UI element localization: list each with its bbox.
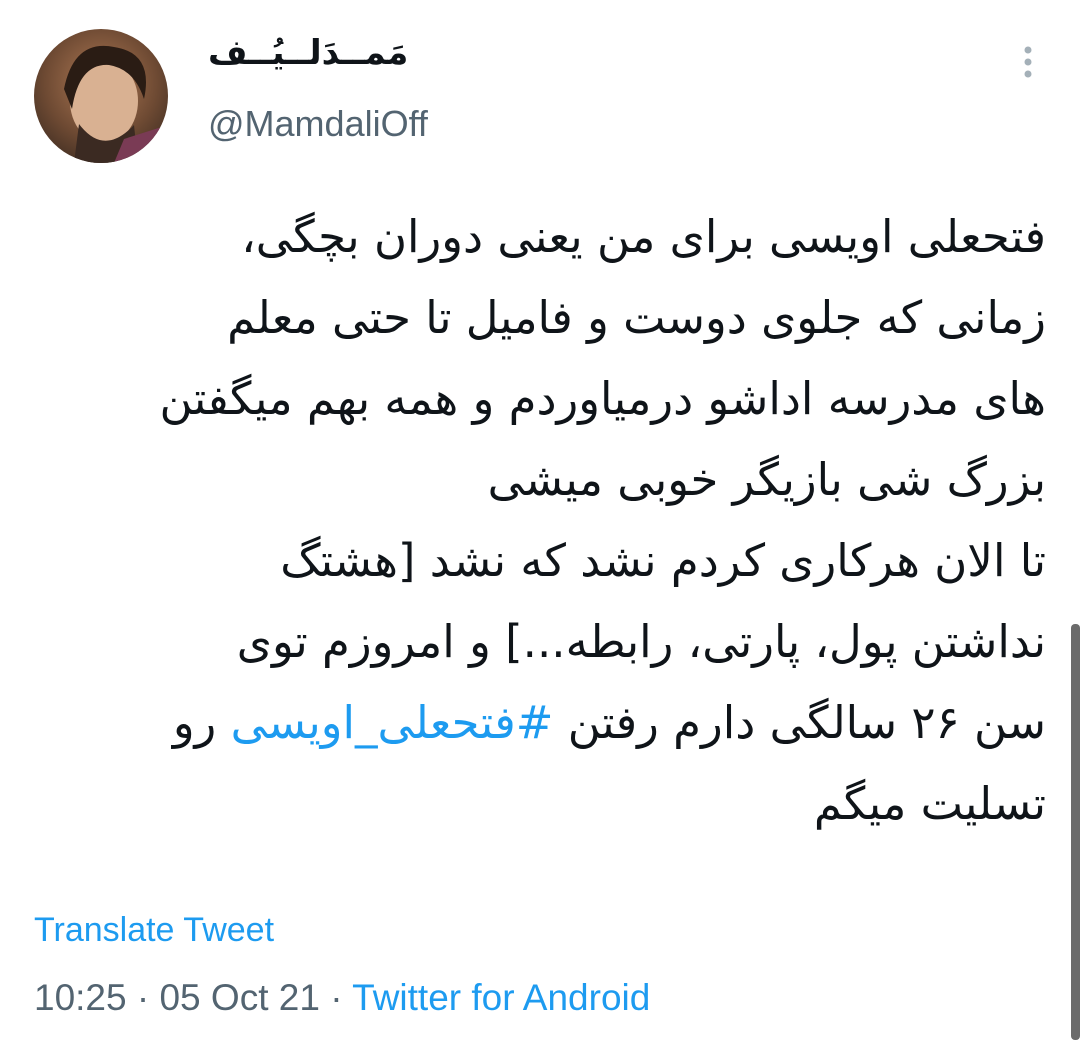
more-vertical-icon[interactable]	[1008, 40, 1048, 84]
translate-tweet-link[interactable]: Translate Tweet	[34, 908, 274, 952]
tweet-text: فتحعلی اویسی برای من یعنی دوران بچگی، زم…	[36, 196, 1046, 844]
tweet-metadata: 10:25 · 05 Oct 21 · Twitter for Android	[34, 974, 650, 1022]
tweet: مَمــدَلــیُــف @MamdaliOff فتحعلی اویسی…	[0, 0, 1080, 1040]
tweet-time: 10:25	[34, 977, 127, 1018]
display-name[interactable]: مَمــدَلــیُــف	[208, 30, 408, 76]
scrollbar[interactable]	[1071, 624, 1080, 1040]
hashtag-link[interactable]: #فتحعلی_اویسی	[231, 696, 554, 749]
avatar-image	[34, 29, 168, 163]
tweet-line: تسلیت میگم	[813, 777, 1046, 830]
tweet-line: سن ۲۶ سالگی دارم رفتن #فتحعلی_اویسی رو	[36, 682, 1046, 763]
separator: ·	[319, 977, 353, 1018]
tweet-date: 05 Oct 21	[159, 977, 320, 1018]
separator: ·	[126, 977, 160, 1018]
user-handle[interactable]: @MamdaliOff	[208, 102, 428, 146]
tweet-line: بزرگ شی بازیگر خوبی میشی	[487, 453, 1046, 506]
tweet-line-text: رو	[172, 696, 231, 749]
tweet-line: فتحعلی اویسی برای من یعنی دوران بچگی،	[241, 210, 1046, 263]
tweet-line: های مدرسه اداشو درمیاوردم و همه بهم میگف…	[159, 372, 1046, 425]
tweet-line: نداشتن پول، پارتی، رابطه...] و امروزم تو…	[236, 615, 1046, 668]
tweet-line: تا الان هرکاری کردم نشد که نشد [هشتگ	[280, 534, 1046, 587]
tweet-source-link[interactable]: Twitter for Android	[352, 977, 650, 1018]
avatar[interactable]	[34, 29, 168, 163]
tweet-line: زمانی که جلوی دوست و فامیل تا حتی معلم	[227, 291, 1046, 344]
tweet-line-text: سن ۲۶ سالگی دارم رفتن	[553, 696, 1046, 749]
